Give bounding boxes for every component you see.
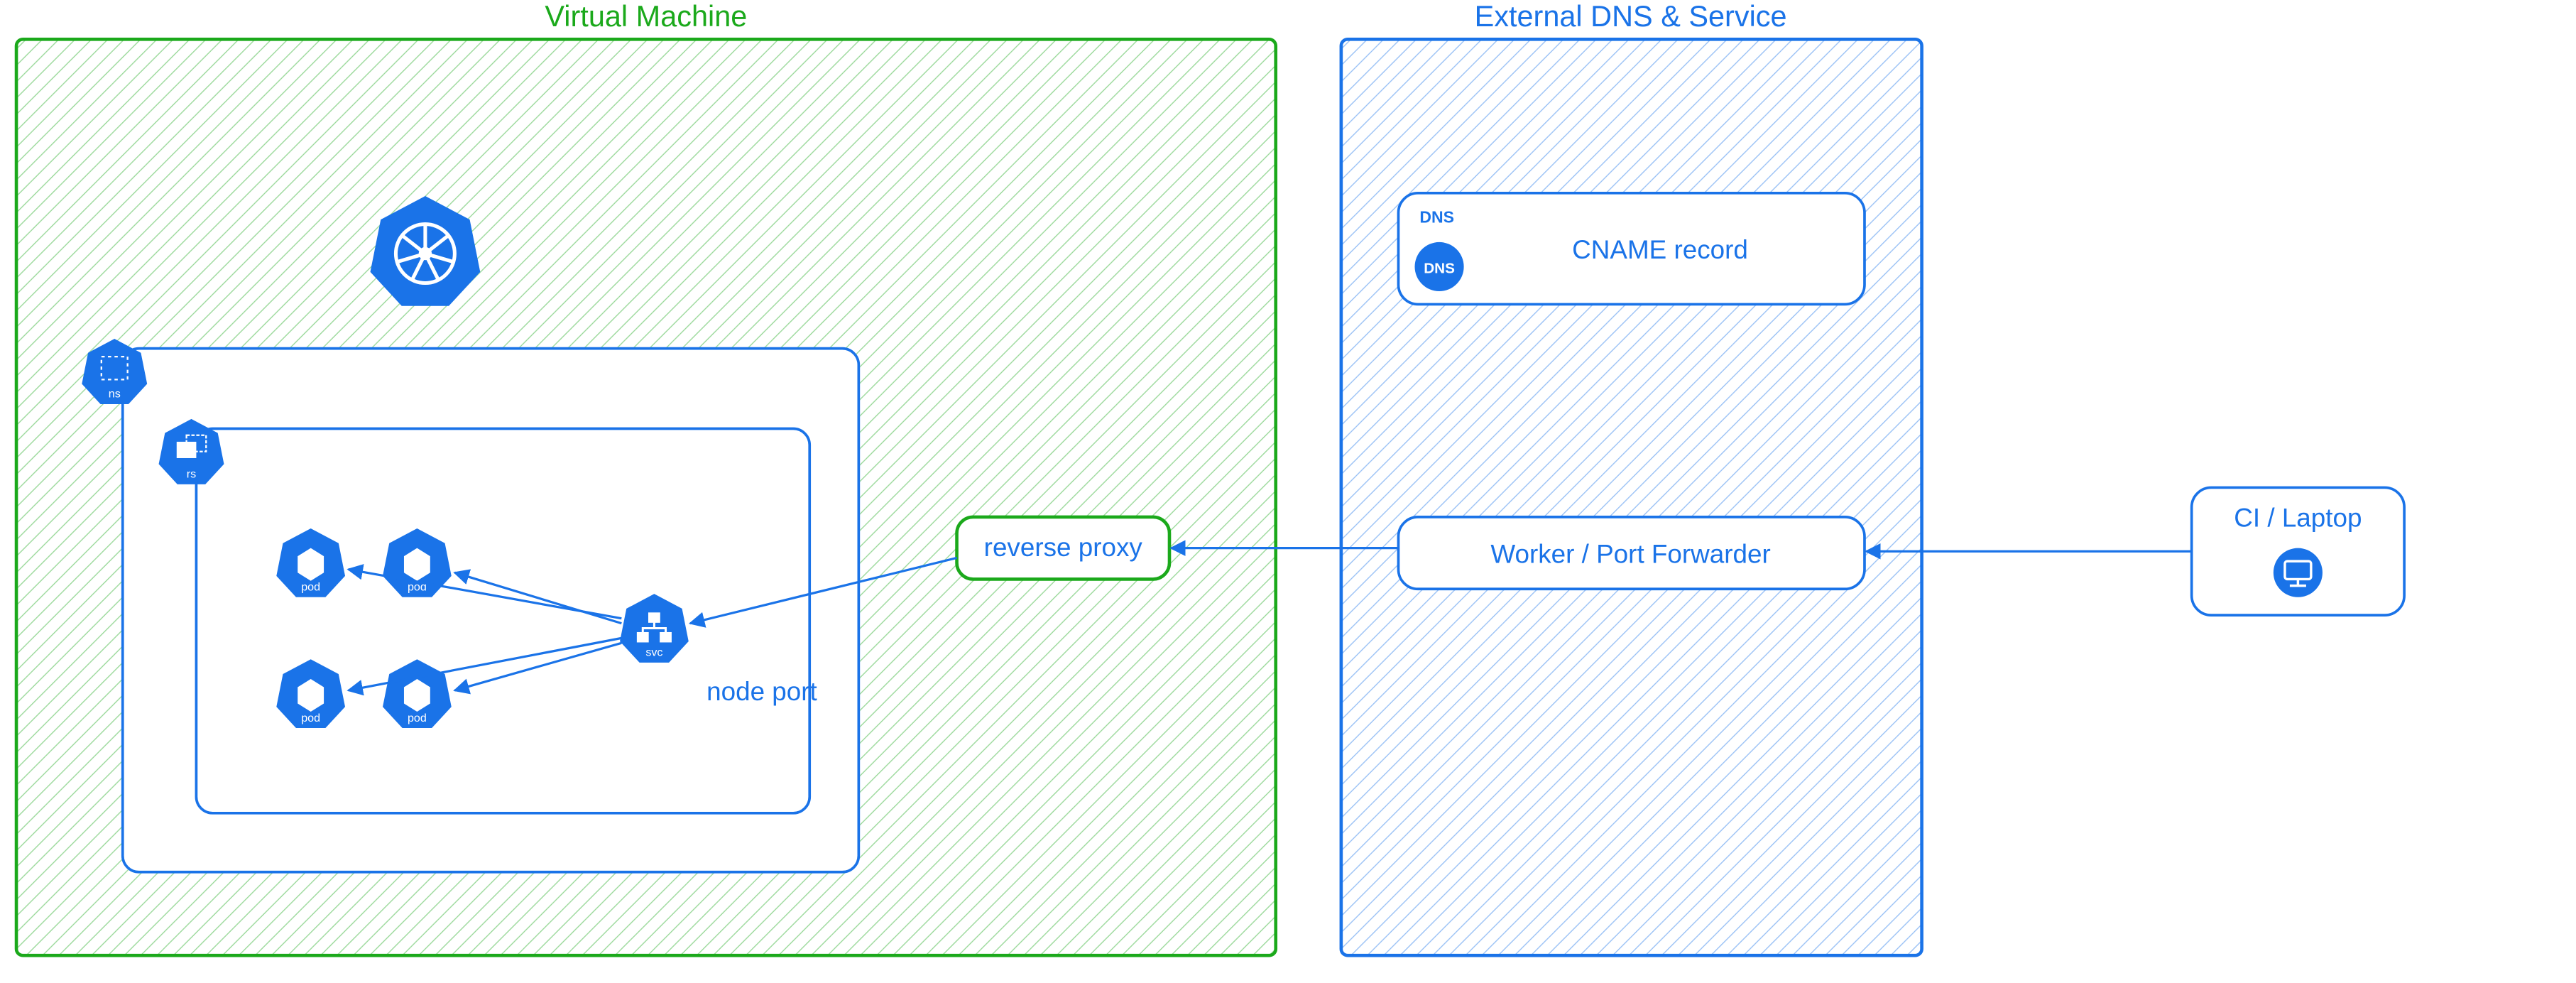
monitor-icon <box>2274 548 2323 597</box>
dns-circle-label: DNS <box>1424 261 1455 277</box>
rs-label: rs <box>187 468 196 481</box>
node-port-label: node port <box>706 677 817 706</box>
replicaset-box <box>196 429 809 813</box>
ext-title: External DNS & Service <box>1475 0 1787 33</box>
pod4-label: pod <box>408 712 427 724</box>
svc-label: svc <box>645 646 662 659</box>
ci-group: CI / Laptop <box>1866 487 2404 615</box>
reverse-proxy-label: reverse proxy <box>984 533 1143 562</box>
pod3-label: pod <box>301 712 320 724</box>
vm-group: Virtual Machine ns <box>16 0 1276 955</box>
pod1-label: pod <box>301 581 320 594</box>
cname-label: CNAME record <box>1572 235 1748 264</box>
ext-box <box>1341 39 1922 955</box>
cname-card: DNS DNS CNAME record <box>1398 193 1864 305</box>
dns-badge: DNS <box>1419 207 1454 226</box>
ci-label: CI / Laptop <box>2234 504 2362 533</box>
worker-label: Worker / Port Forwarder <box>1490 539 1770 568</box>
worker-card: Worker / Port Forwarder <box>1398 517 1864 589</box>
vm-title: Virtual Machine <box>545 0 747 33</box>
ns-label: ns <box>109 388 121 401</box>
external-group: External DNS & Service DNS DNS CNAME rec… <box>1171 0 1921 955</box>
architecture-diagram: Virtual Machine ns <box>0 0 2576 982</box>
